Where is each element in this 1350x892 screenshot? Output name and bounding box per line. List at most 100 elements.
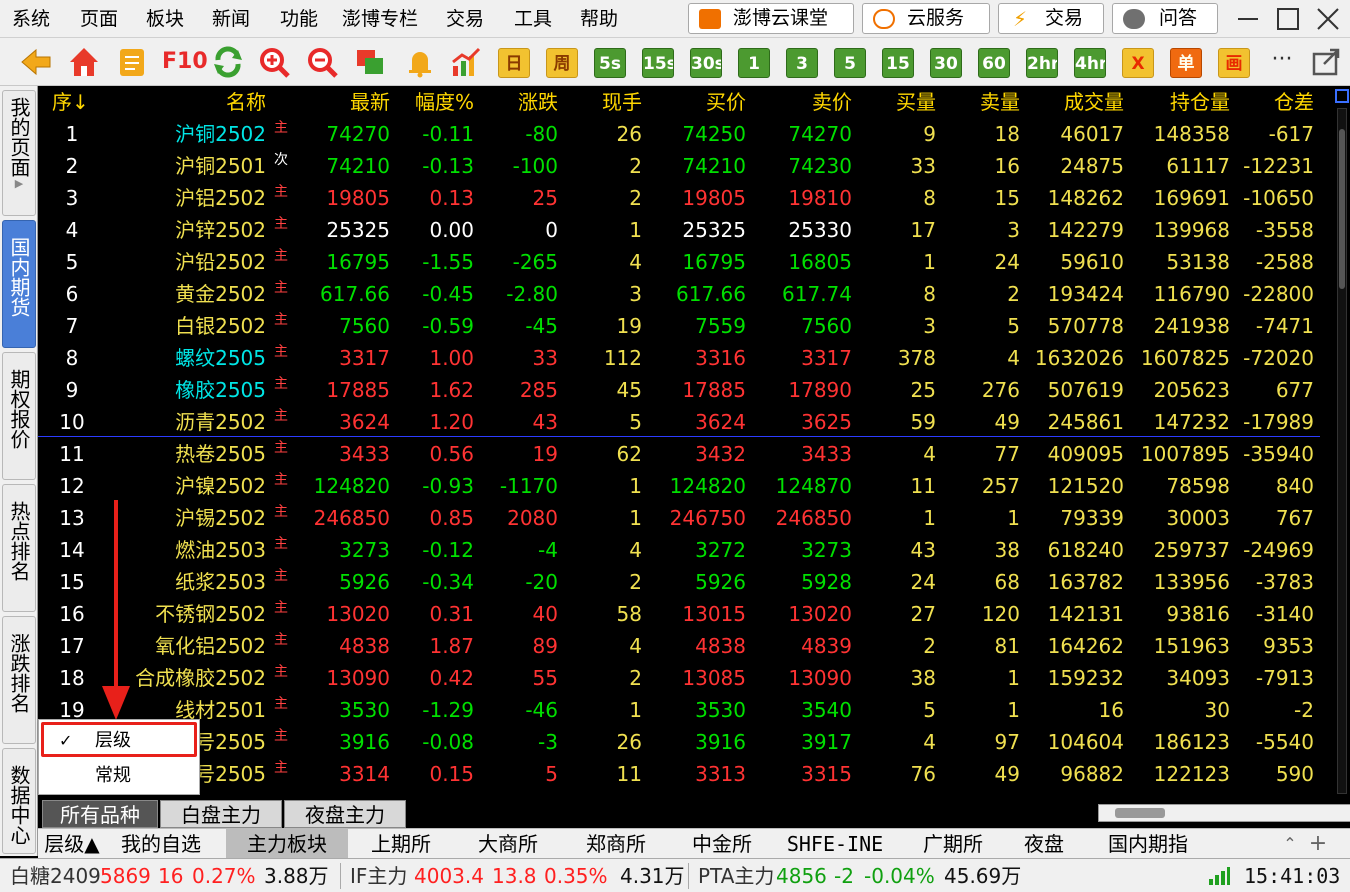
period-day-button[interactable]: 日	[498, 48, 530, 78]
extab-watchlist[interactable]: 我的自选	[106, 829, 216, 859]
chart-trend-icon[interactable]	[450, 46, 482, 78]
menu-sector[interactable]: 板块	[146, 0, 184, 38]
ctx-item-normal[interactable]: 常规	[43, 760, 195, 792]
table-row[interactable]: 18 合成橡胶2502 主 13090 0.42 55 2 13085 13090 38 1 1592…	[38, 662, 1320, 694]
period-30s-button[interactable]: 30s	[690, 48, 722, 78]
table-row[interactable]: 1 沪铜2502 主 74270 -0.11 -80 26 74250 74270 9 18 4601…	[38, 118, 1320, 150]
close-icon[interactable]	[1306, 0, 1350, 38]
extab-night[interactable]: 夜盘	[1012, 829, 1076, 859]
more-icon[interactable]: ···	[1266, 44, 1298, 76]
menu-column[interactable]: 澎博专栏	[342, 0, 418, 38]
vertical-scrollbar[interactable]	[1334, 86, 1350, 798]
table-row[interactable]: 3 沪铝2502 主 19805 0.13 25 2 19805 19810 8 15 148262 1…	[38, 182, 1320, 214]
period-60m-button[interactable]: 60	[978, 48, 1010, 78]
table-row[interactable]: 2 沪铜2501 次 74210 -0.13 -100 2 74210 74230 33 16 248…	[38, 150, 1320, 182]
period-5m-button[interactable]: 5	[834, 48, 866, 78]
extab-cffex[interactable]: 中金所	[674, 829, 770, 859]
extab-dce[interactable]: 大商所	[460, 829, 556, 859]
cloud-lesson-button[interactable]: 澎博云课堂	[688, 3, 854, 34]
period-week-button[interactable]: 周	[546, 48, 578, 78]
extab-shfe-ine[interactable]: SHFE-INE	[780, 829, 890, 859]
notepad-icon[interactable]	[116, 46, 148, 78]
sidetab-data-center[interactable]: 数据中心	[2, 748, 36, 854]
table-row[interactable]: 6 黄金2502 主 617.66 -0.45 -2.80 3 617.66 617.74 8 2 1…	[38, 278, 1320, 310]
sidetab-hot-ranking[interactable]: 热点排名	[2, 484, 36, 612]
table-row[interactable]: 11 热卷2505 主 3433 0.56 19 62 3432 3433 4 77 409095 10…	[38, 438, 1320, 470]
menu-page[interactable]: 页面	[80, 0, 118, 38]
table-row[interactable]: 8 螺纹2505 主 3317 1.00 33 112 3316 3317 378 4 1632026…	[38, 342, 1320, 374]
table-row[interactable]: 15 纸浆2503 主 5926 -0.34 -20 2 5926 5928 24 68 163782…	[38, 566, 1320, 598]
cross-button[interactable]: X	[1122, 48, 1154, 78]
table-row[interactable]: 9 橡胶2505 主 17885 1.62 285 45 17885 17890 25 276 507…	[38, 374, 1320, 406]
horizontal-scrollbar[interactable]	[1098, 804, 1350, 822]
add-tab-icon[interactable]: +	[1306, 829, 1330, 859]
menu-system[interactable]: 系统	[12, 0, 50, 38]
table-row[interactable]: 14 燃油2503 主 3273 -0.12 -4 4 3272 3273 43 38 618240 2…	[38, 534, 1320, 566]
hscroll-thumb[interactable]	[1115, 808, 1165, 818]
cattab-day-main[interactable]: 白盘主力	[160, 800, 282, 828]
extab-gfex[interactable]: 广期所	[908, 829, 998, 859]
cattab-night-main[interactable]: 夜盘主力	[284, 800, 406, 828]
period-30m-button[interactable]: 30	[930, 48, 962, 78]
extab-main-sector[interactable]: 主力板块	[226, 829, 348, 859]
menu-tools[interactable]: 工具	[514, 0, 552, 38]
f10-icon[interactable]: F10	[162, 46, 208, 78]
zoom-out-icon[interactable]	[306, 46, 338, 78]
maximize-icon[interactable]	[1266, 0, 1310, 38]
period-15m-button[interactable]: 15	[882, 48, 914, 78]
order-button[interactable]: 单	[1170, 48, 1202, 78]
cloud-service-button[interactable]: 云服务	[862, 3, 990, 34]
minimize-icon[interactable]	[1226, 0, 1270, 38]
sidetab-domestic-futures[interactable]: 国内期货	[2, 220, 36, 348]
trade-button[interactable]: ⚡ 交易	[998, 3, 1104, 34]
period-2hr-button[interactable]: 2hr	[1026, 48, 1058, 78]
windows-icon[interactable]	[354, 46, 386, 78]
cattab-all[interactable]: 所有品种	[42, 800, 158, 828]
export-icon[interactable]	[1310, 46, 1342, 78]
qa-button[interactable]: 问答	[1112, 3, 1218, 34]
sidetab-option-quotes[interactable]: 期权报价	[2, 352, 36, 480]
hdr-oi-change[interactable]: 仓差	[1174, 86, 1314, 118]
status-quote-name[interactable]: 白糖2409	[10, 859, 101, 892]
cloud-icon	[873, 9, 895, 29]
table-row[interactable]: 13 沪锡2502 主 246850 0.85 2080 1 246750 246850 1 1 79…	[38, 502, 1320, 534]
collapse-icon[interactable]: ⌃	[1278, 829, 1302, 859]
status-quote-name[interactable]: IF主力	[350, 859, 407, 892]
period-3m-button[interactable]: 3	[786, 48, 818, 78]
menu-help[interactable]: 帮助	[580, 0, 618, 38]
period-1m-button[interactable]: 1	[738, 48, 770, 78]
draw-button[interactable]: 画	[1218, 48, 1250, 78]
menu-function[interactable]: 功能	[280, 0, 318, 38]
menu-trade[interactable]: 交易	[446, 0, 484, 38]
extab-czce[interactable]: 郑商所	[568, 829, 664, 859]
extab-hierarchy[interactable]: 层级▲	[42, 829, 102, 859]
table-row[interactable]: 12 沪镍2502 主 124820 -0.93 -1170 1 124820 124870 11…	[38, 470, 1320, 502]
status-quote-name[interactable]: PTA主力	[698, 859, 774, 892]
scroll-track[interactable]	[1337, 108, 1347, 794]
column-settings-icon[interactable]	[1335, 89, 1349, 103]
hdr-name[interactable]: 名称	[126, 86, 266, 118]
table-row[interactable]: 17 氧化铝2502 主 4838 1.87 89 4 4838 4839 2 81 164262 15…	[38, 630, 1320, 662]
alert-bell-icon[interactable]	[404, 46, 436, 78]
period-15s-button[interactable]: 15s	[642, 48, 674, 78]
table-row[interactable]: 号2505 主 3916 -0.08 -3 26 3916 3917 4 97 104604 1861…	[38, 726, 1320, 758]
menu-news[interactable]: 新闻	[212, 0, 250, 38]
table-row[interactable]: 19 线材2501 主 3530 -1.29 -46 1 3530 3540 5 1 16 30 -2	[38, 694, 1320, 726]
period-5s-button[interactable]: 5s	[594, 48, 626, 78]
table-row[interactable]: 5 沪铅2502 主 16795 -1.55 -265 4 16795 16805 1 24 5961…	[38, 246, 1320, 278]
scroll-thumb[interactable]	[1339, 129, 1345, 289]
period-4hr-button[interactable]: 4hr	[1074, 48, 1106, 78]
table-row[interactable]: 号2505 主 3314 0.15 5 11 3313 3315 76 49 96882 122123…	[38, 758, 1320, 790]
refresh-icon[interactable]	[212, 46, 244, 78]
table-row[interactable]: 16 不锈钢2502 主 13020 0.31 40 58 13015 13020 27 120 14…	[38, 598, 1320, 630]
extab-index-futures[interactable]: 国内期指	[1098, 829, 1198, 859]
zoom-in-icon[interactable]	[258, 46, 290, 78]
sidetab-change-ranking[interactable]: 涨跌排名	[2, 616, 36, 744]
back-arrow-icon[interactable]	[20, 46, 52, 78]
extab-shfe[interactable]: 上期所	[356, 829, 446, 859]
home-icon[interactable]	[68, 46, 100, 78]
sidetab-my-page[interactable]: 我的页面 ▶	[2, 90, 36, 216]
table-row[interactable]: 7 白银2502 主 7560 -0.59 -45 19 7559 7560 3 5 570778 24…	[38, 310, 1320, 342]
table-row[interactable]: 4 沪锌2502 主 25325 0.00 0 1 25325 25330 17 3 142279 13…	[38, 214, 1320, 246]
table-row[interactable]: 10 沥青2502 主 3624 1.20 43 5 3624 3625 59 49 245861 14…	[38, 406, 1320, 438]
